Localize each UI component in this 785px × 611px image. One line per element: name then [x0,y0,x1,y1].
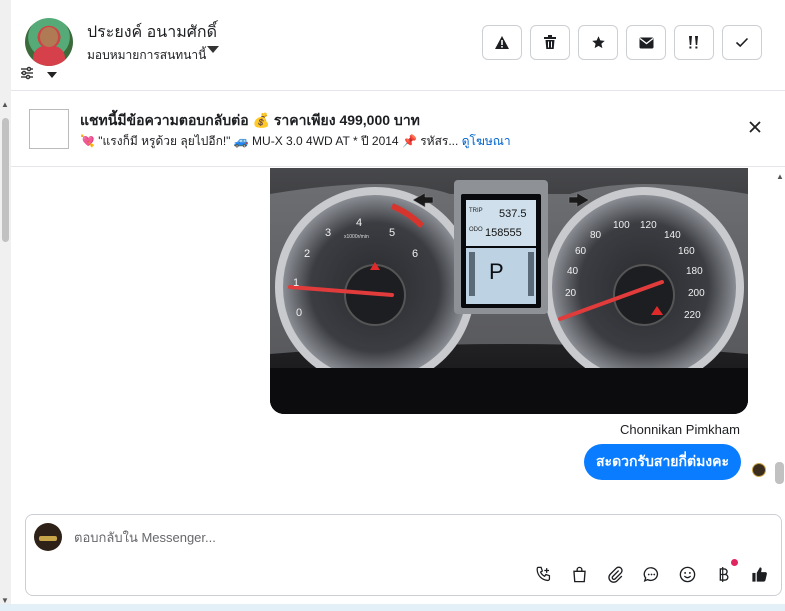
scrollbar-thumb[interactable] [2,118,9,242]
thumbs-up-icon[interactable] [747,562,771,586]
bottom-taskbar-edge [0,604,785,611]
reply-input[interactable] [74,527,674,547]
message-thread[interactable]: TRIP 537.5 ODO 158555 P 0 1 2 3 4 5 6 x1… [11,168,774,508]
view-ad-link[interactable]: ดูโฆษณา [462,134,511,148]
delete-button[interactable] [530,25,570,60]
speedo-tick-120: 120 [640,220,657,231]
ad-thumbnail-image[interactable] [29,109,69,149]
tacho-unit: x1000r/min [344,234,369,240]
tacho-tick-1: 1 [293,277,299,289]
scroll-up-arrow-icon[interactable]: ▲ [1,100,9,109]
tacho-tick-4: 4 [356,217,362,229]
trip-label: TRIP [469,208,483,214]
priority-icon [689,36,698,49]
left-scrollbar[interactable]: ▲ ▼ [0,0,11,611]
seen-avatar-icon [752,463,766,477]
ad-banner-title: แชทนี้มีข้อความตอบกลับต่อ 💰 ราคาเพียง 49… [80,112,420,128]
warning-icon [495,36,509,49]
close-icon[interactable] [748,118,762,139]
star-button[interactable] [578,25,618,60]
odo-value: 158555 [485,227,522,239]
gear-indicator: P [489,259,504,284]
check-icon [735,37,749,48]
notification-dot [731,559,738,566]
sender-name: Chonnikan Pimkham [620,422,740,437]
mark-unread-button[interactable] [626,25,666,60]
chat-bubble-icon[interactable] [639,562,663,586]
conversation-header: ประยงค์ อนามศักดิ์ มอบหมายการสนทนานี้ [11,0,785,90]
envelope-icon [639,37,653,48]
chevron-down-icon[interactable] [207,46,219,53]
scroll-up-arrow-icon[interactable]: ▲ [776,172,784,181]
dashboard-image-svg: TRIP 537.5 ODO 158555 P 0 1 2 3 4 5 6 x1… [270,168,748,414]
shop-bag-icon[interactable] [567,562,591,586]
thread-scrollbar-thumb[interactable] [775,462,784,484]
messenger-inbox-view: ▲ ▼ ประยงค์ อนามศักดิ์ มอบหมายการสนทนานี… [0,0,785,611]
speedo-tick-220: 220 [684,310,701,321]
avatar-shirt [33,46,65,66]
call-icon[interactable] [531,562,555,586]
outgoing-message-bubble[interactable]: สะดวกรับสายกี่ต่มงคะ [584,444,742,480]
car-dashboard-photo[interactable]: TRIP 537.5 ODO 158555 P 0 1 2 3 4 5 6 x1… [270,168,748,414]
follow-up-button[interactable] [674,25,714,60]
page-avatar [34,523,62,551]
speedo-tick-20: 20 [565,288,577,299]
tacho-tick-0: 0 [296,307,302,319]
paperclip-icon[interactable] [603,562,627,586]
speedo-tick-200: 200 [688,288,705,299]
assign-conversation-label[interactable]: มอบหมายการสนทนานี้ [87,46,206,65]
tacho-tick-6: 6 [412,248,418,260]
baht-icon[interactable] [711,562,735,586]
speedo-tick-140: 140 [664,230,681,241]
filter-sliders-icon[interactable] [20,66,34,83]
speedo-tick-160: 160 [678,246,695,257]
speedo-tick-40: 40 [567,266,579,277]
tacho-tick-5: 5 [389,227,395,239]
speedo-tick-60: 60 [575,246,587,257]
trip-value: 537.5 [499,208,527,220]
contact-avatar[interactable] [25,18,73,66]
odo-label: ODO [469,227,483,233]
report-button[interactable] [482,25,522,60]
speedo-tick-180: 180 [686,266,703,277]
emoji-icon[interactable] [675,562,699,586]
ad-banner-subtitle: 💘 "แรงก็มี หรูด้วย ลุยไปอีก!" 🚙 MU-X 3.0… [80,132,511,151]
speedo-tick-80: 80 [590,230,602,241]
star-icon [591,36,605,49]
ad-banner-description: 💘 "แรงก็มี หรูด้วย ลุยไปอีก!" 🚙 MU-X 3.0… [80,134,459,148]
tacho-tick-3: 3 [325,227,331,239]
ad-context-banner: แชทนี้มีข้อความตอบกลับต่อ 💰 ราคาเพียง 49… [11,90,785,167]
avatar-face [40,27,58,47]
thread-scrollbar[interactable]: ▲ [774,168,785,508]
contact-name[interactable]: ประยงค์ อนามศักดิ์ [87,20,217,45]
trash-icon [544,35,556,49]
speedo-tick-100: 100 [613,220,630,231]
filter-chevron-down-icon[interactable] [47,72,57,78]
message-composer [25,514,782,596]
done-button[interactable] [722,25,762,60]
tacho-tick-2: 2 [304,248,310,260]
